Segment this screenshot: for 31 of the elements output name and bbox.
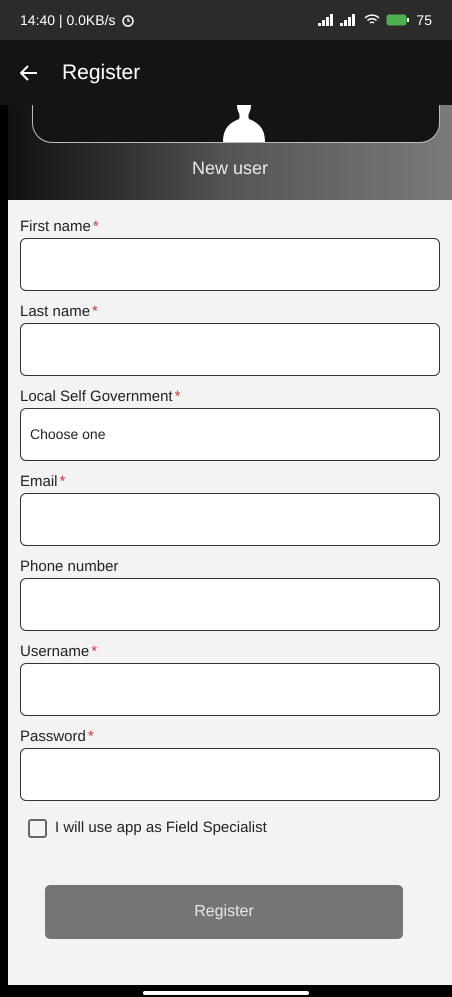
field-label: First name — [20, 217, 91, 237]
field-label: Phone number — [20, 557, 118, 577]
input-field[interactable] — [20, 663, 440, 716]
required-mark: * — [88, 727, 94, 747]
input-field[interactable] — [20, 748, 440, 801]
input-field[interactable] — [20, 578, 440, 631]
required-mark: * — [174, 387, 180, 407]
field-label: Username — [20, 642, 90, 662]
input-field[interactable] — [20, 493, 440, 546]
checkbox[interactable] — [28, 818, 47, 838]
dropdown-field[interactable]: Choose one — [20, 408, 440, 461]
person-silhouette-icon — [221, 105, 267, 142]
field-label: Local Self Government — [20, 387, 173, 407]
field-label: Password — [20, 727, 86, 747]
field-label: Last name — [20, 302, 90, 322]
status-time: 14:40 | 0.0KB/s — [20, 10, 116, 30]
input-field[interactable] — [20, 323, 440, 376]
wifi-icon — [364, 14, 380, 26]
input-field[interactable] — [20, 238, 440, 291]
required-mark: * — [92, 302, 98, 322]
screen-title: Register — [62, 60, 140, 86]
battery-level: 75 — [416, 10, 432, 30]
battery-icon — [386, 14, 410, 26]
required-mark: * — [92, 217, 99, 237]
field-label: Email — [20, 472, 58, 492]
required-mark: * — [60, 472, 66, 492]
checkbox-label: I will use app as Field Specialist — [55, 818, 267, 838]
back-arrow-icon[interactable] — [20, 64, 38, 80]
header-caption: New user — [192, 157, 268, 180]
alarm-icon — [121, 13, 136, 27]
required-mark: * — [91, 642, 98, 662]
